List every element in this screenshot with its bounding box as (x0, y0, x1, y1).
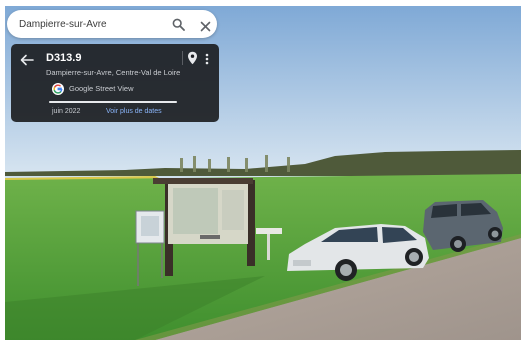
date-timeline[interactable] (49, 101, 177, 103)
street-view-source-label: Google Street View (69, 84, 134, 93)
back-arrow-icon[interactable] (20, 53, 34, 66)
see-more-dates-link[interactable]: Voir plus de dates (106, 108, 162, 115)
close-icon[interactable] (200, 19, 211, 32)
search-icon[interactable] (172, 18, 185, 31)
search-input[interactable] (19, 16, 159, 32)
location-pin-icon[interactable] (187, 51, 198, 65)
more-vert-icon[interactable] (205, 52, 209, 65)
location-title: D313.9 (46, 52, 82, 64)
street-view-info-card: D313.9 Dampierre-sur-Avre, Centre-Val de… (11, 44, 219, 122)
capture-date: juin 2022 (52, 108, 81, 115)
timeline-fill (49, 101, 177, 103)
location-subtitle: Dampierre-sur-Avre, Centre-Val de Loire (46, 68, 181, 77)
search-bar (7, 10, 217, 38)
google-logo-icon (52, 82, 64, 95)
street-view-frame: D313.9 Dampierre-sur-Avre, Centre-Val de… (5, 6, 521, 340)
header-divider (182, 51, 183, 65)
